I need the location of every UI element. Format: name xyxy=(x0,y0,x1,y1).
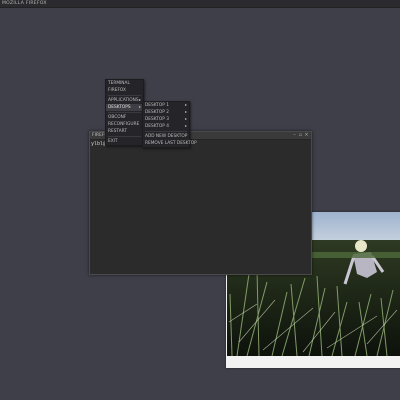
menu-item-add-desktop[interactable]: ADD NEW DESKTOP xyxy=(143,133,189,140)
menu-item-label: APPLICATIONS xyxy=(108,98,139,103)
desktops-submenu: DESKTOP 1 DESKTOP 2 DESKTOP 3 DESKTOP 4 … xyxy=(142,101,197,148)
menu-item-applications[interactable]: APPLICATIONS xyxy=(106,97,143,104)
menu-item-desktop-4[interactable]: DESKTOP 4 xyxy=(143,123,189,130)
menu-separator xyxy=(108,136,141,137)
menu-separator xyxy=(145,131,187,132)
menu-item-desktop-3[interactable]: DESKTOP 3 xyxy=(143,116,189,123)
menu-item-label: DESKTOP 3 xyxy=(145,117,169,122)
menu-item-label: ADD NEW DESKTOP xyxy=(145,134,188,139)
menu-item-desktop-1[interactable]: DESKTOP 1 xyxy=(143,102,189,109)
minimize-button[interactable]: – xyxy=(292,133,297,138)
menu-item-exit[interactable]: EXIT xyxy=(106,138,143,145)
menu-item-restart[interactable]: RESTART xyxy=(106,128,143,135)
submenu-arrow-icon xyxy=(139,106,141,108)
submenu-arrow-icon xyxy=(185,111,187,113)
root-menu: TERMINAL FIREFOX APPLICATIONS DESKTOPS O… xyxy=(105,79,144,146)
submenu-arrow-icon xyxy=(185,118,187,120)
menu-item-label: DESKTOP 2 xyxy=(145,110,169,115)
menu-item-label: DESKTOP 4 xyxy=(145,124,169,129)
maximize-button[interactable]: ▫ xyxy=(298,133,303,138)
menu-item-reconfigure[interactable]: RECONFIGURE xyxy=(106,121,143,128)
menu-separator xyxy=(108,95,141,96)
top-panel: MOZILLA FIREFOX xyxy=(0,0,400,8)
menu-item-label: DESKTOP 1 xyxy=(145,103,169,108)
menu-item-label: FIREFOX xyxy=(108,88,126,93)
menu-item-desktops[interactable]: DESKTOPS xyxy=(106,104,143,111)
menu-item-label: RECONFIGURE xyxy=(108,122,140,127)
submenu-arrow-icon xyxy=(185,104,187,106)
menu-item-desktop-2[interactable]: DESKTOP 2 xyxy=(143,109,189,116)
menu-item-label: EXIT xyxy=(108,139,118,144)
menu-item-firefox[interactable]: FIREFOX xyxy=(106,87,143,94)
menu-item-remove-desktop[interactable]: REMOVE LAST DESKTOP xyxy=(143,140,197,147)
submenu-arrow-icon xyxy=(139,99,141,101)
menu-item-terminal[interactable]: TERMINAL xyxy=(106,80,143,87)
menu-item-label: RESTART xyxy=(108,129,127,134)
menu-item-label: REMOVE LAST DESKTOP xyxy=(145,141,197,146)
menu-separator xyxy=(108,112,141,113)
submenu-arrow-icon xyxy=(185,125,187,127)
menu-item-label: DESKTOPS xyxy=(108,105,131,110)
terminal-window[interactable]: FIREFOX – ▫ × ylbl@europa:~$ xyxy=(89,131,312,275)
close-button[interactable]: × xyxy=(304,133,309,138)
menu-item-label: OBCONF xyxy=(108,115,127,120)
active-window-title: MOZILLA FIREFOX xyxy=(2,1,47,6)
menu-item-label: TERMINAL xyxy=(108,81,130,86)
menu-item-obconf[interactable]: OBCONF xyxy=(106,114,143,121)
